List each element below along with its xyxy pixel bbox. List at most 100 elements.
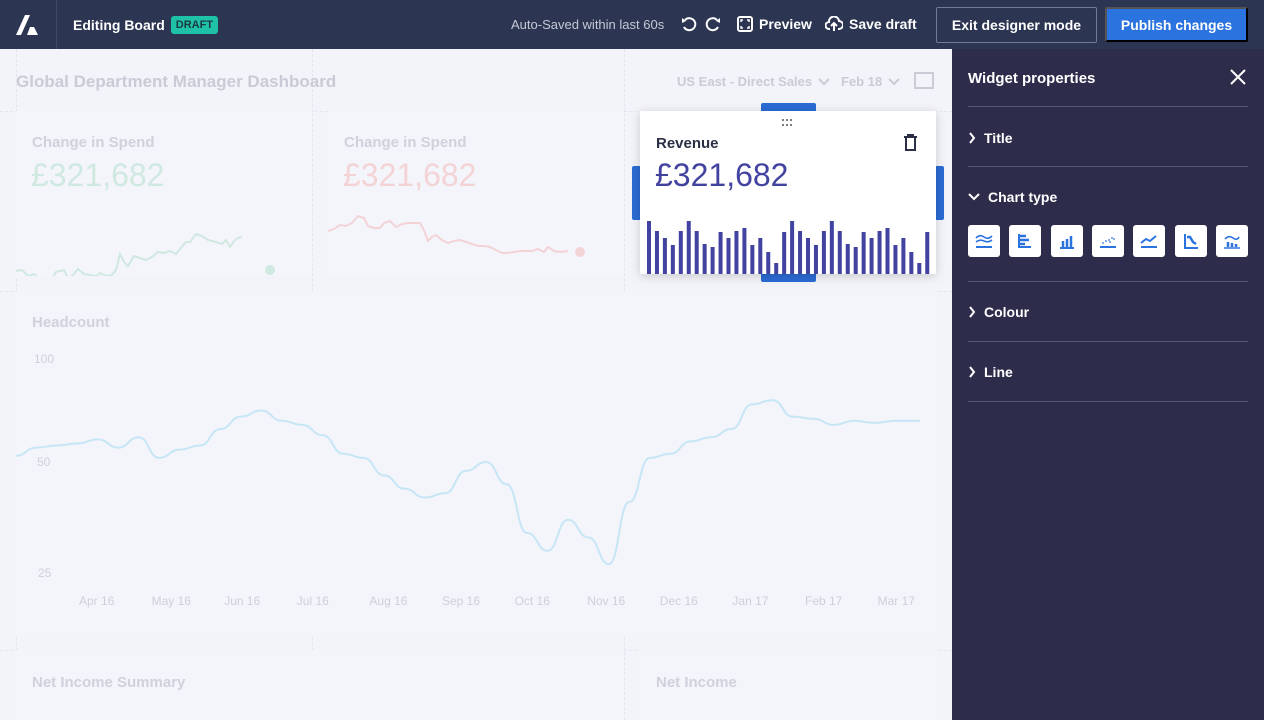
revenue-bar <box>678 231 683 274</box>
chart-type-area[interactable] <box>968 225 1000 257</box>
revenue-bar <box>909 252 914 274</box>
revenue-bar <box>782 232 787 274</box>
resize-handle-top[interactable] <box>761 103 816 111</box>
resize-handle-right[interactable] <box>936 166 944 220</box>
revenue-bar <box>837 231 842 274</box>
publish-button[interactable]: Publish changes <box>1105 7 1248 42</box>
bar-chart-icon <box>1060 236 1074 249</box>
revenue-bar <box>774 263 779 274</box>
headcount-chart <box>15 399 920 566</box>
chevron-right-icon <box>969 366 976 378</box>
revenue-bar <box>702 244 707 274</box>
region-filter[interactable]: US East - Direct Sales <box>677 74 830 89</box>
line-chart-icon <box>1140 235 1157 248</box>
logo-icon <box>16 14 38 35</box>
resize-handle-left[interactable] <box>632 166 640 220</box>
resize-handle-bottom[interactable] <box>761 274 816 282</box>
revenue-widget-selected[interactable]: Revenue £321,682 <box>640 111 936 274</box>
chart-type-line[interactable] <box>1133 225 1165 257</box>
date-filter-label: Feb 18 <box>841 74 883 89</box>
region-filter-label: US East - Direct Sales <box>677 74 813 89</box>
redo-icon[interactable] <box>704 15 722 38</box>
step-chart-icon <box>1184 234 1198 249</box>
revenue-bar <box>869 238 874 274</box>
revenue-bar <box>925 232 930 274</box>
revenue-title: Revenue <box>656 135 719 152</box>
save-draft-label: Save draft <box>849 16 917 32</box>
revenue-bar <box>742 228 747 274</box>
revenue-bar <box>885 228 890 274</box>
draft-badge: DRAFT <box>170 15 219 34</box>
section-label: Line <box>984 364 1013 380</box>
tile-value: £321,682 <box>343 157 477 193</box>
spend-down-tile[interactable]: Change in Spend £321,682 <box>328 111 624 276</box>
revenue-value: £321,682 <box>655 157 789 193</box>
divider <box>968 106 1248 107</box>
panel-toggle-icon[interactable] <box>914 72 934 89</box>
date-filter[interactable]: Feb 18 <box>841 74 900 89</box>
tile-title: Net Income <box>656 674 737 691</box>
chevron-down-icon <box>818 77 830 85</box>
panel-title: Widget properties <box>968 70 1096 87</box>
spend-up-tile[interactable]: Change in Spend £321,682 <box>16 111 312 276</box>
headcount-line <box>15 399 920 566</box>
revenue-bar <box>694 231 699 274</box>
net-income-tile[interactable]: Net Income <box>640 650 936 720</box>
revenue-bar <box>726 238 731 274</box>
app-logo[interactable] <box>0 0 57 49</box>
exit-designer-button[interactable]: Exit designer mode <box>936 7 1097 43</box>
chart-type-horizontal-bar[interactable] <box>1009 225 1041 257</box>
headcount-tile[interactable]: Headcount 100 50 25 Apr 16 May 16 Jun 16 Ju… <box>15 291 936 635</box>
revenue-bar <box>853 247 858 274</box>
revenue-bar-chart <box>647 221 930 274</box>
chevron-down-icon <box>888 77 900 85</box>
chart-type-step[interactable] <box>1175 225 1207 257</box>
section-colour[interactable]: Colour <box>968 304 1029 320</box>
cloud-upload-icon <box>825 16 843 31</box>
preview-button[interactable]: Preview <box>737 16 812 32</box>
revenue-bar <box>917 263 922 274</box>
close-icon[interactable] <box>1230 69 1246 85</box>
drag-handle-icon[interactable] <box>781 118 795 127</box>
revenue-bar <box>813 245 818 274</box>
revenue-bar <box>750 245 755 274</box>
save-draft-button[interactable]: Save draft <box>825 16 917 32</box>
chevron-right-icon <box>969 306 976 318</box>
widget-properties-panel: Widget properties Title Chart type Colou… <box>952 49 1264 720</box>
revenue-bar <box>670 245 675 274</box>
net-income-summary-tile[interactable]: Net Income Summary <box>16 650 624 720</box>
chart-type-combo[interactable] <box>1216 225 1248 257</box>
undo-icon[interactable] <box>680 15 698 38</box>
chart-type-bar[interactable] <box>1051 225 1083 257</box>
board-title: Editing Board <box>73 16 165 33</box>
revenue-bar <box>829 221 834 274</box>
revenue-bar <box>758 238 763 274</box>
tile-value: £321,682 <box>31 157 165 193</box>
top-bar: Editing Board DRAFT Auto-Saved within la… <box>0 0 1264 49</box>
section-label: Title <box>984 130 1013 146</box>
revenue-bar <box>877 231 882 274</box>
dashboard-title: Global Department Manager Dashboard <box>16 72 337 91</box>
scatter-chart-icon <box>1100 237 1116 248</box>
horizontal-bar-chart-icon <box>1018 234 1031 248</box>
revenue-bar <box>806 238 810 274</box>
autosave-status: Auto-Saved within last 60s <box>511 17 665 32</box>
trash-icon[interactable] <box>903 134 918 151</box>
combo-chart-icon <box>1224 235 1240 249</box>
section-chart-type[interactable]: Chart type <box>968 189 1057 205</box>
divider <box>968 401 1248 402</box>
divider <box>968 281 1248 282</box>
spend-down-sparkline <box>328 214 585 257</box>
section-title[interactable]: Title <box>968 130 1013 146</box>
revenue-bar <box>662 238 667 274</box>
revenue-bar <box>710 247 715 274</box>
chevron-down-icon <box>968 193 980 201</box>
revenue-bar <box>766 252 771 274</box>
chart-type-scatter[interactable] <box>1092 225 1124 257</box>
spend-up-sparkline <box>16 232 275 276</box>
revenue-bar <box>901 238 906 274</box>
area-chart-icon <box>975 234 993 248</box>
revenue-bar <box>821 231 826 274</box>
section-line[interactable]: Line <box>968 364 1013 380</box>
revenue-bar <box>798 231 803 274</box>
